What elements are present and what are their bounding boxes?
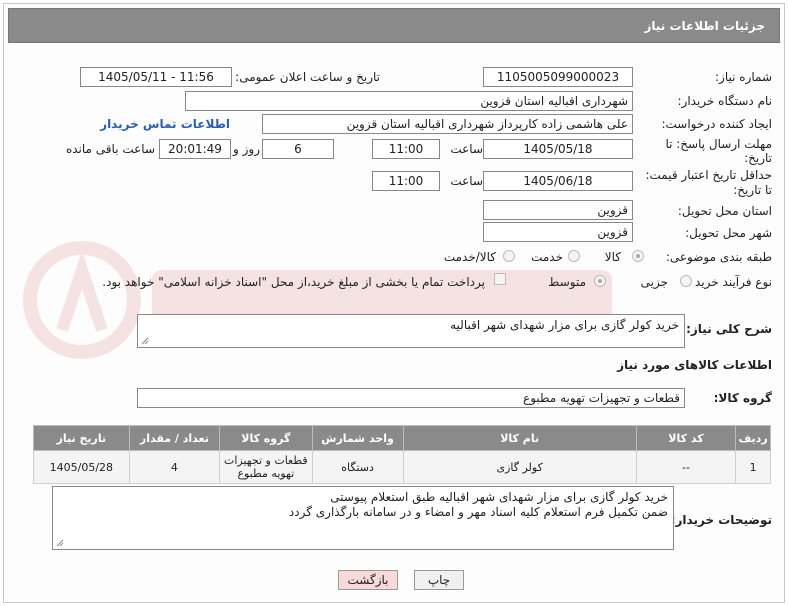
- page-title-bar: جزئیات اطلاعات نیاز: [8, 8, 780, 43]
- creator-label: ایجاد کننده درخواست:: [661, 117, 772, 131]
- print-button[interactable]: چاپ: [414, 570, 464, 590]
- category-goods-service-radio[interactable]: [503, 250, 515, 262]
- col-name: نام کالا: [402, 425, 637, 451]
- contact-info-link[interactable]: اطلاعات تماس خریدار: [100, 117, 230, 131]
- col-unit: واحد شمارش: [311, 425, 404, 451]
- cell-unit: دستگاه: [311, 450, 404, 484]
- process-minor-label: جزیی: [640, 275, 668, 289]
- price-validity-date-field: 1405/06/18: [483, 171, 633, 191]
- need-summary-label: شرح کلی نیاز:: [686, 322, 772, 336]
- need-number-label: شماره نیاز:: [715, 70, 772, 84]
- price-validity-label: حداقل تاریخ اعتبار قیمت:: [645, 168, 772, 182]
- remaining-time-label: ساعت باقی مانده: [65, 142, 155, 156]
- buyer-notes-line-1: خرید کولر گازی برای مزار شهدای شهر اقبال…: [330, 490, 668, 504]
- price-validity-time-field: 11:00: [372, 171, 440, 191]
- cell-qty: 4: [128, 450, 221, 484]
- deadline-date-field: 1405/05/18: [483, 139, 633, 159]
- days-remaining-field: 6: [262, 139, 334, 159]
- page-title: جزئیات اطلاعات نیاز: [644, 18, 765, 33]
- deadline-time-label: ساعت: [450, 142, 483, 156]
- goods-table: ردیف کد کالا نام کالا واحد شمارش گروه کا…: [33, 425, 771, 484]
- deadline-label: مهلت ارسال پاسخ: تا: [665, 137, 772, 151]
- col-code: کد کالا: [635, 425, 737, 451]
- treasury-payment-checkbox[interactable]: [494, 273, 506, 285]
- goods-table-header-row: ردیف کد کالا نام کالا واحد شمارش گروه کا…: [33, 425, 771, 451]
- deadline-label-date: تاریخ:: [744, 151, 772, 165]
- cell-group-line-1: قطعات و تجهیزات: [224, 454, 308, 467]
- need-summary-textarea[interactable]: خرید کولر گازی برای مزار شهدای شهر اقبال…: [137, 314, 685, 348]
- goods-group-field: قطعات و تجهیزات تهویه مطبوع: [137, 388, 685, 408]
- announce-datetime-label: تاریخ و ساعت اعلان عمومی:: [235, 70, 380, 84]
- delivery-province-label: استان محل تحویل:: [677, 204, 772, 218]
- cell-code: --: [635, 450, 737, 484]
- buyer-notes-label: توضیحات خریدار:: [670, 513, 772, 527]
- price-validity-label-date: تا تاریخ:: [733, 183, 772, 197]
- table-row: 1 -- کولر گازی دستگاه قطعات و تجهیزات ته…: [33, 450, 771, 484]
- deadline-time-field: 11:00: [372, 139, 440, 159]
- col-qty: تعداد / مقدار: [128, 425, 221, 451]
- buyer-org-field: شهرداری اقبالیه استان قزوین: [185, 91, 633, 111]
- days-word: روز و: [233, 142, 260, 156]
- creator-field: علی هاشمی زاده کارپرداز شهرداری اقبالیه …: [262, 114, 633, 134]
- col-group: گروه کالا: [219, 425, 313, 451]
- delivery-city-label: شهر محل تحویل:: [685, 226, 772, 240]
- cell-group: قطعات و تجهیزات تهویه مطبوع: [219, 450, 313, 484]
- back-button[interactable]: بازگشت: [338, 570, 398, 590]
- process-minor-radio[interactable]: [680, 275, 692, 287]
- goods-section-title: اطلاعات کالاهای مورد نیاز: [617, 358, 772, 372]
- process-medium-radio[interactable]: [594, 275, 606, 287]
- category-label: طبقه بندی موضوعی:: [665, 250, 772, 264]
- delivery-city-field: قزوین: [483, 222, 633, 242]
- price-validity-time-label: ساعت: [450, 174, 483, 188]
- col-date: تاریخ نیاز: [33, 425, 130, 451]
- cell-row: 1: [735, 450, 771, 484]
- delivery-province-field: قزوین: [483, 200, 633, 220]
- announce-datetime-field: 1405/05/11 - 11:56: [80, 67, 232, 87]
- resize-grip-icon[interactable]: [141, 337, 149, 345]
- remaining-time-field: 20:01:49: [159, 139, 231, 159]
- cell-date: 1405/05/28: [33, 450, 130, 484]
- cell-group-line-2: تهویه مطبوع: [237, 467, 295, 480]
- goods-group-label: گروه کالا:: [713, 391, 772, 405]
- treasury-payment-note: پرداخت تمام یا بخشی از مبلغ خرید،از محل …: [102, 275, 485, 289]
- process-medium-label: متوسط: [548, 275, 586, 289]
- resize-grip-icon[interactable]: [56, 539, 64, 547]
- category-service-label: خدمت: [531, 250, 563, 264]
- category-service-radio[interactable]: [568, 250, 580, 262]
- category-goods-service-label: کالا/خدمت: [443, 250, 496, 264]
- category-goods-label: کالا: [604, 250, 621, 264]
- process-type-label: نوع فرآیند خرید :: [687, 275, 772, 289]
- buyer-notes-textarea[interactable]: خرید کولر گازی برای مزار شهدای شهر اقبال…: [52, 486, 674, 550]
- buyer-notes-line-2: ضمن تکمیل فرم استعلام کلیه اسناد مهر و ا…: [288, 505, 668, 519]
- need-summary-text: خرید کولر گازی برای مزار شهدای شهر اقبال…: [450, 318, 679, 332]
- col-row: ردیف: [735, 425, 771, 451]
- cell-name: کولر گازی: [402, 450, 637, 484]
- need-number-field: 1105005099000023: [483, 67, 633, 87]
- buyer-org-label: نام دستگاه خریدار:: [677, 94, 773, 108]
- category-goods-radio[interactable]: [632, 250, 644, 262]
